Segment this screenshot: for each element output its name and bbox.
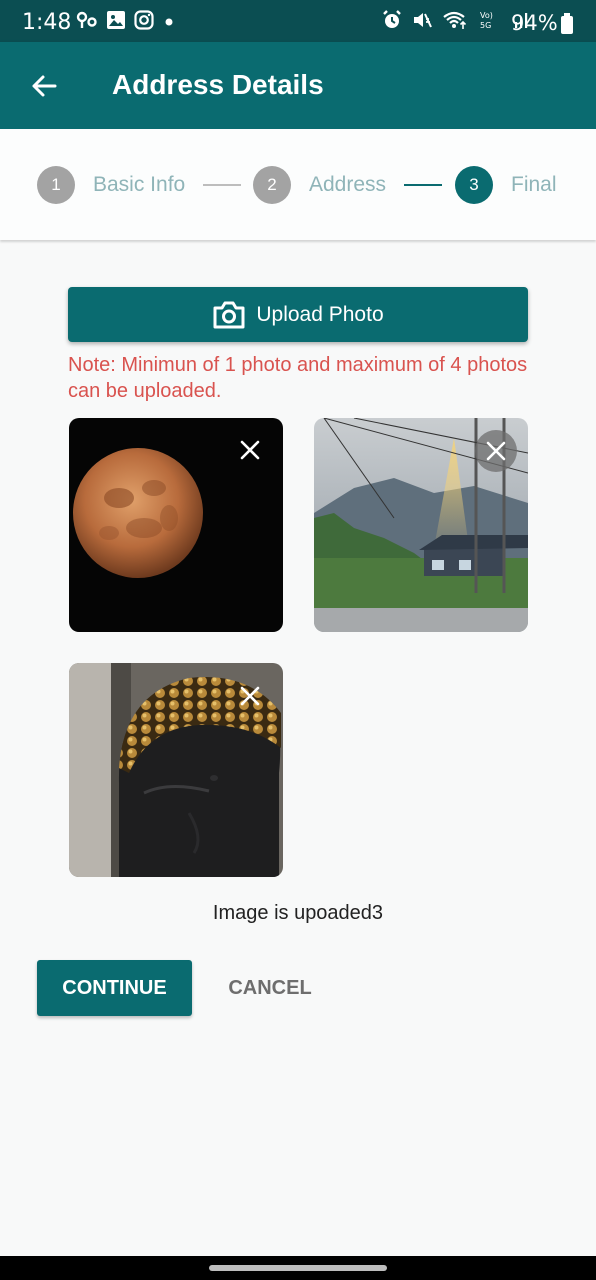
status-bar: 1:48 Vo) 5G 94% — [0, 0, 596, 42]
remove-photo-3-button[interactable] — [229, 675, 271, 717]
status-time: 1:48 — [22, 10, 72, 35]
arrow-left-icon — [32, 75, 57, 97]
svg-text:5G: 5G — [480, 21, 491, 30]
battery-icon — [561, 13, 573, 34]
home-gesture-handle[interactable] — [209, 1265, 387, 1271]
remove-photo-1-button[interactable] — [229, 429, 271, 471]
close-icon — [240, 440, 260, 460]
remove-photo-2-button[interactable] — [475, 430, 517, 472]
step-3-label: Final — [511, 173, 557, 196]
close-icon — [486, 441, 506, 461]
svg-text:Vo): Vo) — [480, 11, 493, 20]
stepper: 1 Basic Info 2 Address 3 Final — [0, 129, 596, 240]
photo-thumbnail-3 — [69, 663, 283, 877]
step-2-label: Address — [309, 173, 387, 196]
status-right-icons: Vo) 5G — [382, 10, 532, 35]
cancel-button[interactable]: CANCEL — [210, 960, 330, 1016]
gallery-icon — [106, 10, 126, 35]
step-3-circle[interactable]: 3 — [455, 166, 493, 204]
back-button[interactable] — [22, 64, 66, 108]
mute-icon — [412, 10, 432, 35]
status-left-icons — [76, 10, 176, 35]
wifi-icon — [442, 10, 468, 35]
step-connector-2 — [404, 184, 442, 186]
battery-percentage: 94% — [511, 11, 558, 35]
upload-note: Note: Minimun of 1 photo and maximum of … — [68, 354, 528, 402]
app-bar: Address Details — [0, 42, 596, 129]
hotspot-icon — [76, 10, 98, 35]
camera-icon — [213, 301, 245, 328]
photo-thumbnail-1 — [69, 418, 283, 632]
step-connector-1 — [203, 184, 241, 186]
instagram-icon — [134, 10, 154, 35]
upload-photo-label: Upload Photo — [256, 302, 384, 326]
continue-button[interactable]: CONTINUE — [37, 960, 192, 1016]
step-1-circle[interactable]: 1 — [37, 166, 75, 204]
dot-icon — [162, 10, 176, 35]
close-icon — [240, 686, 260, 706]
photo-thumbnail-2 — [314, 418, 528, 632]
screen: 1:48 Vo) 5G 94% Address Details 1 Basic … — [0, 0, 596, 1280]
alarm-icon — [382, 10, 402, 35]
step-1-label: Basic Info — [93, 173, 186, 196]
page-title: Address Details — [112, 69, 324, 100]
upload-status-text: Image is upoaded3 — [212, 902, 384, 924]
step-2-circle[interactable]: 2 — [253, 166, 291, 204]
volte-5g-icon: Vo) 5G — [478, 10, 502, 35]
navigation-bar — [0, 1256, 596, 1280]
upload-photo-button[interactable]: Upload Photo — [68, 287, 528, 342]
